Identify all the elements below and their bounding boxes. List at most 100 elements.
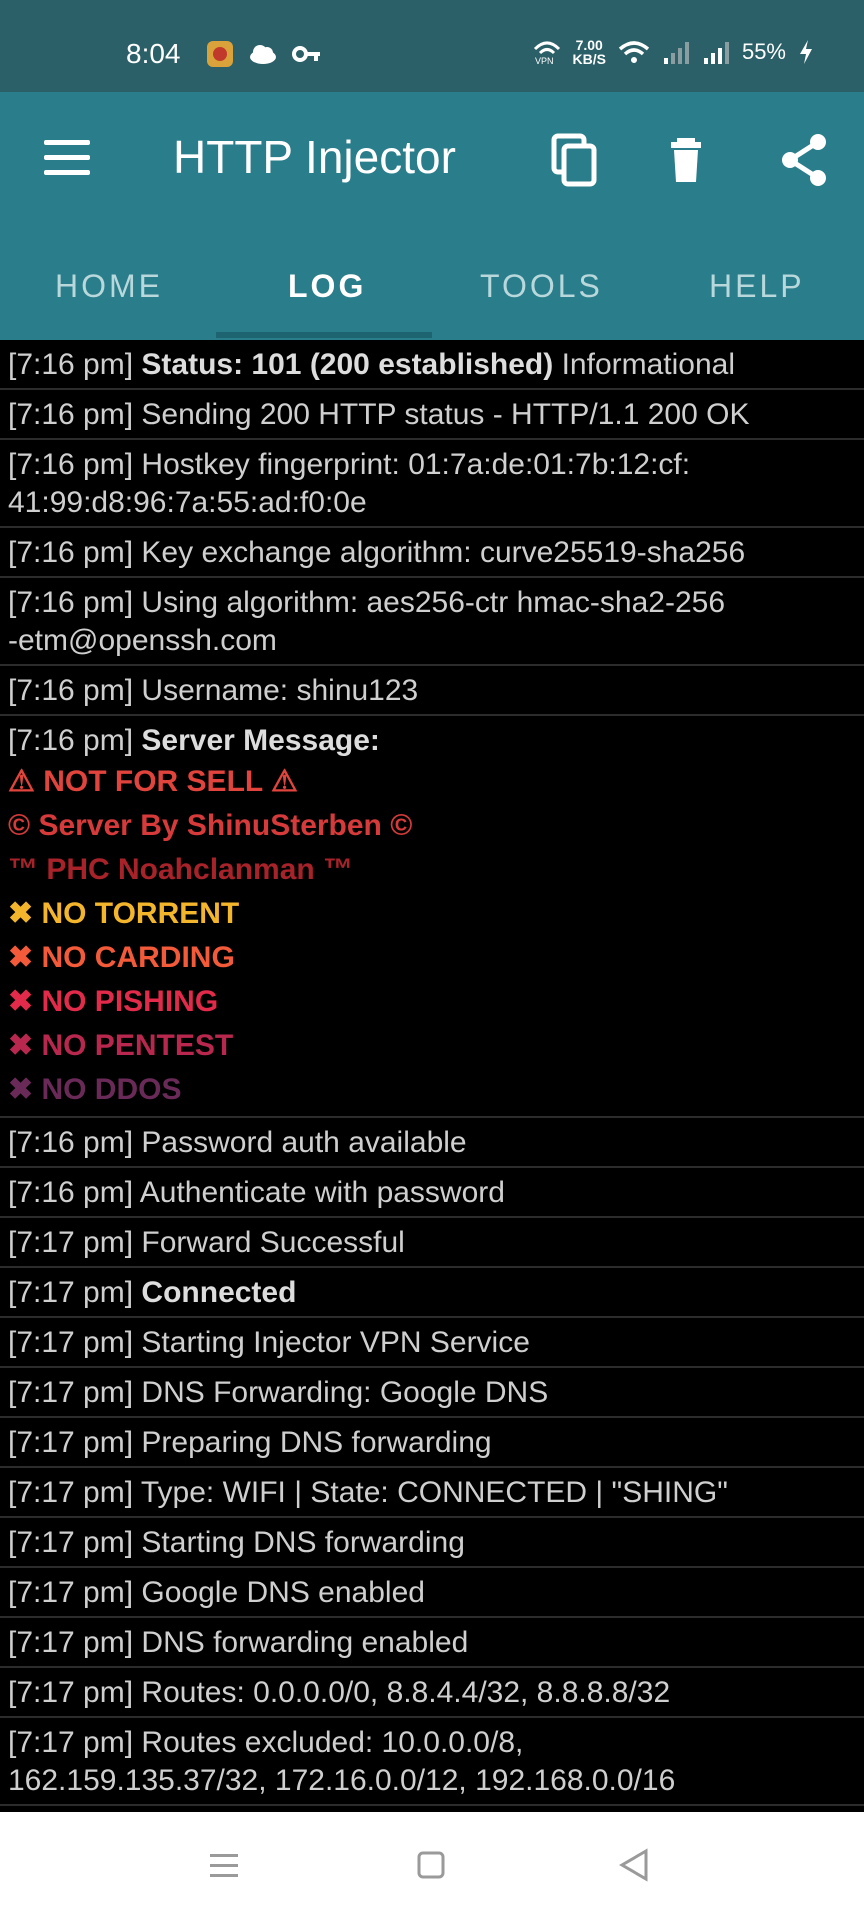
notification-icons [206,40,322,68]
log-time: [7:17 pm] [8,1276,134,1309]
status-right-cluster: VPN 7.00 KB/S 55% [533,38,815,66]
battery-percent: 55% [741,39,786,64]
log-time: [7:17 pm] [8,1226,134,1259]
tab-log[interactable]: LOG [288,268,366,305]
log-entry: [7:17 pm] DNS forwarding enabled [0,1618,864,1668]
log-time: [7:17 pm] [8,1726,134,1759]
log-time: [7:16 pm] [8,724,134,757]
key-icon [292,46,320,62]
wifi-icon [618,41,650,63]
tab-tools[interactable]: TOOLS [480,268,603,305]
back-icon[interactable] [618,1848,650,1882]
network-speed: 7.00 KB/S [573,38,606,66]
server-message-line: ✖ NO DDOS [8,1073,182,1106]
speed-value: 7.00 [575,37,603,53]
log-text: Routes excluded: 10.0.0.0/8, [133,1726,524,1759]
log-entry: [7:16 pm] Key exchange algorithm: curve2… [0,528,864,578]
log-time: [7:17 pm] [8,1376,134,1409]
server-message-line: ™ PHC Noahclanman ™ [8,853,354,886]
status-time: 8:04 [126,38,181,69]
server-message-line: ✖ NO TORRENT [8,897,240,930]
menu-icon[interactable] [44,140,90,176]
log-time: [7:17 pm] [8,1526,134,1559]
log-entry: [7:16 pm] Server Message: ⚠ NOT FOR SELL … [0,716,864,1118]
log-text: Password auth available [133,1126,467,1159]
log-text: Preparing DNS forwarding [133,1426,492,1459]
recent-apps-icon[interactable] [208,1850,240,1880]
log-text: Starting Injector VPN Service [133,1326,530,1359]
app-title: HTTP Injector [173,131,456,183]
log-entry: [7:17 pm] Google DNS enabled [0,1568,864,1618]
log-text-continued: 162.159.135.37/32, 172.16.0.0/12, 192.16… [8,1764,676,1797]
app-bar: HTTP Injector [0,92,864,220]
log-time: [7:17 pm] [8,1326,134,1359]
log-time: [7:17 pm] [8,1626,134,1659]
log-bold-text: Server Message: [141,724,380,757]
tab-home[interactable]: HOME [55,268,163,305]
log-entry: [7:17 pm] Type: WIFI | State: CONNECTED … [0,1468,864,1518]
log-entry: [7:17 pm] Starting DNS forwarding [0,1518,864,1568]
speed-unit: KB/S [572,51,606,67]
delete-icon[interactable] [663,132,719,188]
vpn-wifi-icon: VPN [533,41,560,65]
log-entry: [7:17 pm] Routes: 0.0.0.0/0, 8.8.4.4/32,… [0,1668,864,1718]
log-text: Key exchange algorithm: curve25519-sha25… [133,536,746,569]
log-bold-text: Connected [141,1276,297,1309]
svg-text:VPN: VPN [535,56,554,65]
log-entry: [7:16 pm] Status: 101 (200 established) … [0,340,864,390]
log-text-continued: 41:99:d8:96:7a:55:ad:f0:0e [8,486,367,519]
log-time: [7:16 pm] [8,348,134,381]
charging-icon [800,40,812,64]
log-entry: [7:16 pm] Username: shinu123 [0,666,864,716]
log-entry: [7:17 pm] Routes excluded: 10.0.0.0/8, 16… [0,1718,864,1806]
log-bold-text: Status: 101 (200 established) [141,348,554,381]
log-time: [7:16 pm] [8,1126,134,1159]
log-entry: [7:16 pm] Authenticate with password [0,1168,864,1218]
server-message-line: © Server By ShinuSterben © [8,809,413,842]
log-text: Routes: 0.0.0.0/0, 8.8.4.4/32, 8.8.8.8/3… [133,1676,671,1709]
log-entry: [7:16 pm] Hostkey fingerprint: 01:7a:de:… [0,440,864,528]
log-entry: [7:17 pm] DNS Forwarding: Google DNS [0,1368,864,1418]
log-time: [7:17 pm] [8,1476,134,1509]
system-nav-bar [0,1812,864,1920]
log-text: Using algorithm: aes256-ctr hmac-sha2-25… [133,586,726,619]
log-time: [7:16 pm] [8,586,134,619]
log-time: [7:16 pm] [8,674,134,707]
copy-icon[interactable] [546,132,602,188]
active-tab-indicator [216,332,432,338]
log-entry: [7:17 pm] Connected [0,1268,864,1318]
signal-strong-icon [703,42,729,64]
log-text: Sending 200 HTTP status - HTTP/1.1 200 O… [133,398,750,431]
log-text: Starting DNS forwarding [133,1526,465,1559]
log-entry: [7:16 pm] Sending 200 HTTP status - HTTP… [0,390,864,440]
server-message-line: ⚠ NOT FOR SELL ⚠ [8,765,298,798]
home-icon[interactable] [416,1850,446,1880]
tab-help[interactable]: HELP [709,268,805,305]
log-time: [7:16 pm] [8,398,134,431]
cloud-icon [250,45,276,64]
log-time: [7:17 pm] [8,1426,134,1459]
status-bar: 8:04 VPN 7.00 KB/S 55% [0,0,864,92]
server-message-line: ✖ NO CARDING [8,941,235,974]
log-text: Google DNS enabled [133,1576,425,1609]
log-time: [7:17 pm] [8,1576,134,1609]
log-time: [7:16 pm] [8,448,134,481]
log-entry: [7:17 pm] Starting Injector VPN Service [0,1318,864,1368]
share-icon[interactable] [778,132,834,188]
log-text: Informational [553,348,736,381]
log-text-continued: -etm@openssh.com [8,624,277,657]
log-list[interactable]: [7:16 pm] Status: 101 (200 established) … [0,340,864,1812]
server-message-line: ✖ NO PISHING [8,985,219,1018]
log-text: Forward Successful [133,1226,405,1259]
log-entry: [7:17 pm] Forward Successful [0,1218,864,1268]
log-time: [7:17 pm] [8,1676,134,1709]
log-time: [7:16 pm] [8,536,134,569]
log-entry: [7:16 pm] Password auth available [0,1118,864,1168]
log-text: Username: shinu123 [133,674,419,707]
signal-weak-icon [663,42,689,64]
log-text: DNS Forwarding: Google DNS [133,1376,549,1409]
log-entry: [7:16 pm] Using algorithm: aes256-ctr hm… [0,578,864,666]
app-notification-icon [207,41,233,67]
log-text: Hostkey fingerprint: 01:7a:de:01:7b:12:c… [133,448,691,481]
server-message-line: ✖ NO PENTEST [8,1029,234,1062]
